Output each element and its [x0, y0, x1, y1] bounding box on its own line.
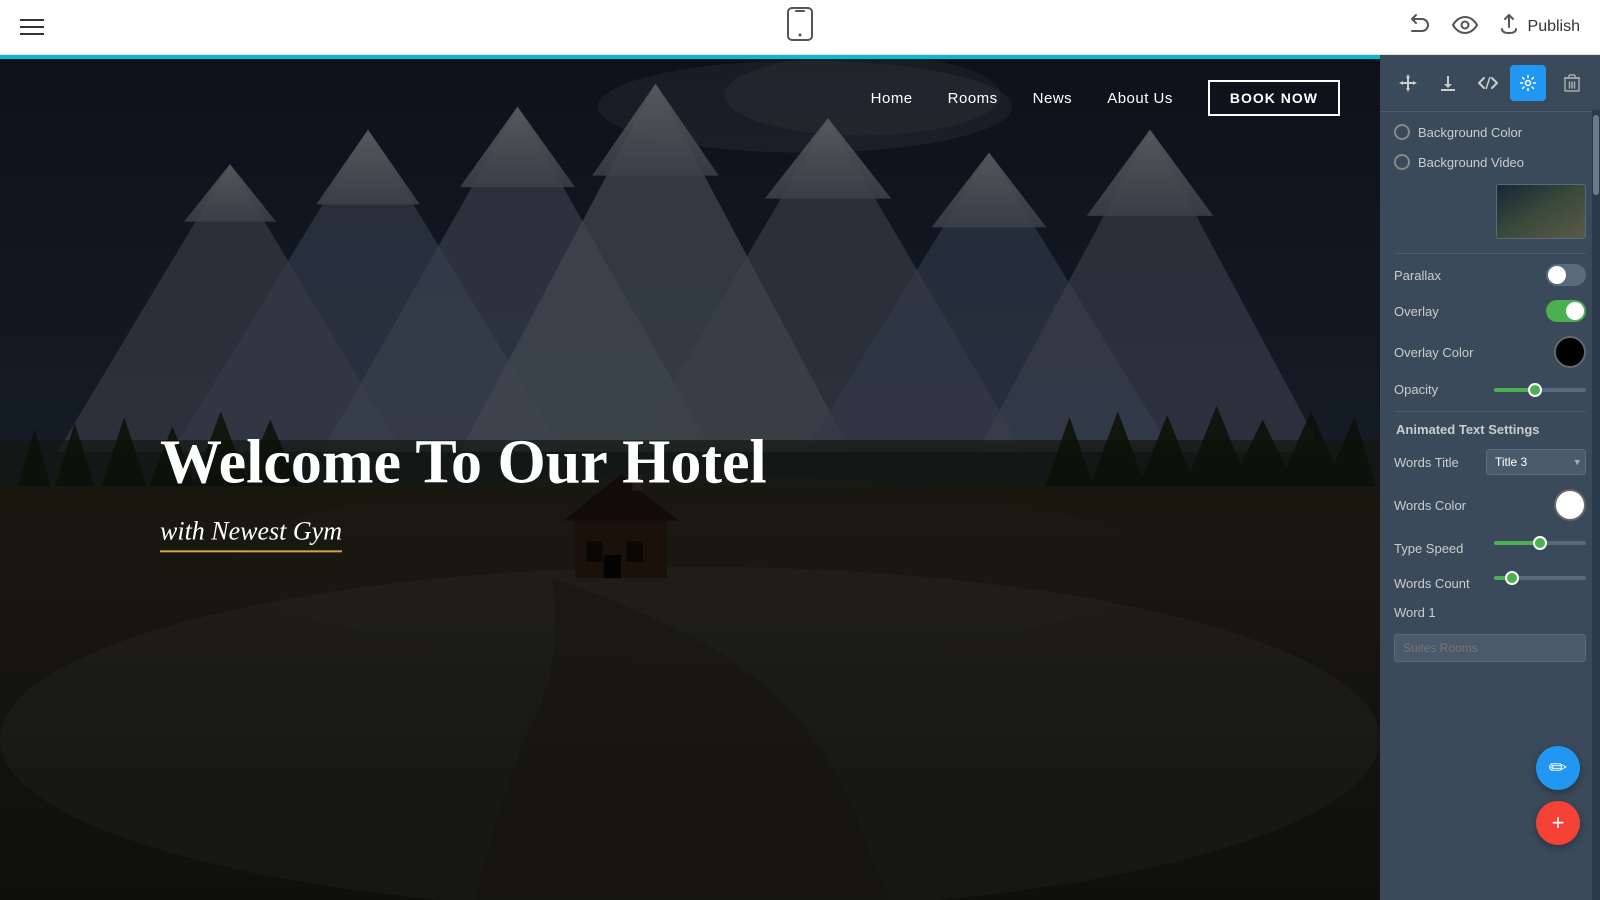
type-speed-slider-thumb[interactable]: [1533, 536, 1547, 550]
background-color-row: Background Color: [1394, 124, 1586, 140]
words-color-label: Words Color: [1394, 498, 1546, 513]
nav-rooms[interactable]: Rooms: [948, 90, 998, 107]
overlay-color-label: Overlay Color: [1394, 345, 1546, 360]
background-video-radio[interactable]: [1394, 154, 1410, 170]
move-tool-button[interactable]: [1390, 65, 1426, 101]
opacity-row: Opacity: [1394, 382, 1586, 397]
publish-button[interactable]: Publish: [1498, 13, 1580, 41]
hamburger-menu[interactable]: [20, 19, 44, 35]
animated-text-header: Animated Text Settings: [1394, 422, 1586, 437]
background-color-radio[interactable]: [1394, 124, 1410, 140]
parallax-toggle-thumb: [1548, 266, 1566, 284]
word1-input-wrapper: [1394, 634, 1586, 662]
overlay-color-row: Overlay Color: [1394, 336, 1586, 368]
background-thumbnail[interactable]: [1496, 184, 1586, 239]
opacity-slider-thumb[interactable]: [1528, 383, 1542, 397]
parallax-row: Parallax: [1394, 264, 1586, 286]
nav-home[interactable]: Home: [871, 90, 913, 107]
hero-title: Welcome To Our Hotel: [160, 428, 767, 496]
nav-about[interactable]: About Us: [1107, 90, 1173, 107]
type-speed-slider[interactable]: [1494, 541, 1586, 545]
download-tool-button[interactable]: [1430, 65, 1466, 101]
words-title-label: Words Title: [1394, 455, 1478, 470]
divider-1: [1394, 253, 1586, 254]
toolbar-right: Publish: [1408, 12, 1580, 42]
word1-input[interactable]: [1394, 634, 1586, 662]
words-count-row: Words Count: [1394, 570, 1586, 591]
words-color-row: Words Color: [1394, 489, 1586, 521]
words-title-row: Words Title Title 3 Title 1 Title 2: [1394, 449, 1586, 475]
overlay-row: Overlay: [1394, 300, 1586, 322]
panel-scrollbar-thumb: [1593, 115, 1599, 195]
publish-label: Publish: [1528, 18, 1580, 36]
overlay-color-swatch[interactable]: [1554, 336, 1586, 368]
opacity-slider[interactable]: [1494, 388, 1586, 392]
panel-scrollbar[interactable]: [1592, 110, 1600, 900]
delete-tool-button[interactable]: [1554, 65, 1590, 101]
fab-add-button[interactable]: +: [1536, 801, 1580, 845]
parallax-toggle[interactable]: [1546, 264, 1586, 286]
divider-2: [1394, 411, 1586, 412]
word1-label: Word 1: [1394, 605, 1586, 620]
type-speed-label: Type Speed: [1394, 535, 1486, 556]
nav-news[interactable]: News: [1033, 90, 1073, 107]
fab-edit-button[interactable]: ✏: [1536, 746, 1580, 790]
mobile-preview-button[interactable]: [786, 6, 814, 49]
preview-button[interactable]: [1452, 14, 1478, 40]
overlay-toggle-thumb: [1566, 302, 1584, 320]
background-video-label: Background Video: [1418, 155, 1586, 170]
overlay-label: Overlay: [1394, 304, 1538, 319]
word1-row: Word 1: [1394, 605, 1586, 620]
canvas-area: Home Rooms News About Us BOOK NOW Welcom…: [0, 55, 1380, 900]
type-speed-row: Type Speed: [1394, 535, 1586, 556]
widget-toolbar: [1380, 55, 1600, 112]
hero-subtitle: with Newest Gym: [160, 516, 342, 552]
code-tool-button[interactable]: [1470, 65, 1506, 101]
undo-button[interactable]: [1408, 12, 1432, 42]
background-color-label: Background Color: [1418, 125, 1586, 140]
words-color-swatch[interactable]: [1554, 489, 1586, 521]
words-title-select-wrapper: Title 3 Title 1 Title 2: [1486, 449, 1586, 475]
main-toolbar: Publish: [0, 0, 1600, 55]
main-area: Home Rooms News About Us BOOK NOW Welcom…: [0, 55, 1600, 900]
parallax-label: Parallax: [1394, 268, 1538, 283]
overlay-toggle[interactable]: [1546, 300, 1586, 322]
words-title-select[interactable]: Title 3 Title 1 Title 2: [1486, 449, 1586, 475]
thumbnail-image: [1497, 185, 1585, 238]
opacity-label: Opacity: [1394, 382, 1486, 397]
toolbar-left: [20, 19, 44, 35]
settings-tool-button[interactable]: [1510, 65, 1546, 101]
upload-icon: [1498, 13, 1520, 41]
hero-navigation: Home Rooms News About Us BOOK NOW: [0, 55, 1380, 141]
toolbar-center: [786, 6, 814, 49]
background-video-row: Background Video: [1394, 154, 1586, 170]
words-count-label: Words Count: [1394, 570, 1486, 591]
edit-icon: ✏: [1549, 757, 1567, 779]
words-count-slider[interactable]: [1494, 576, 1586, 580]
book-now-button[interactable]: BOOK NOW: [1208, 80, 1340, 116]
hero-content: Welcome To Our Hotel with Newest Gym: [160, 428, 767, 552]
words-count-slider-thumb[interactable]: [1505, 571, 1519, 585]
plus-icon: +: [1552, 812, 1565, 834]
